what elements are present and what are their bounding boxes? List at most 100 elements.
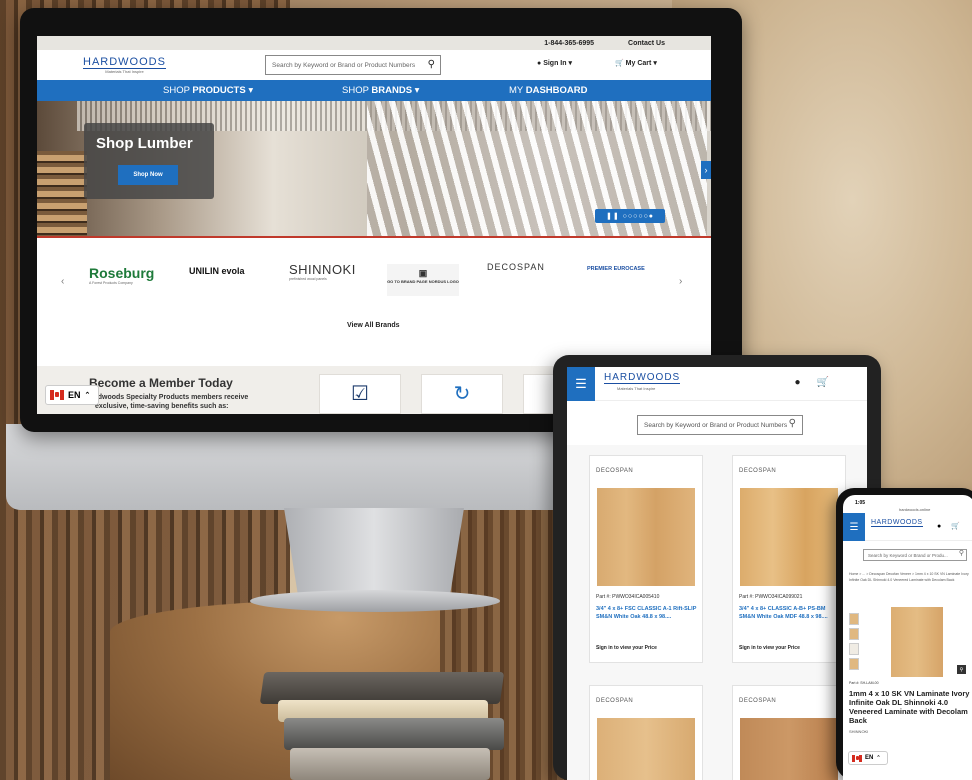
user-icon[interactable]: ●	[937, 523, 951, 530]
view-all-brands-link[interactable]: View All Brands	[347, 322, 400, 329]
tablet-header: ☰ HARDWOODS Materials That Inspire ●🛒	[567, 367, 867, 401]
product-image[interactable]	[740, 718, 838, 780]
chevron-down-icon: ▾	[568, 60, 572, 67]
product-image[interactable]	[740, 488, 838, 586]
nav-shop-brands[interactable]: SHOP BRANDS ▾	[342, 85, 419, 96]
thumbnail[interactable]	[849, 658, 859, 670]
product-name-link[interactable]: 3/4" 4 x 8+ FSC CLASSIC A-1 Rift-SLIP SM…	[596, 605, 700, 621]
product-brand: DECOSPAN	[596, 698, 634, 704]
product-card[interactable]: DECOSPAN Part #: PWWO34ICA005410 3/4" 4 …	[589, 455, 703, 663]
image-icon: ▣	[418, 268, 428, 278]
nav-my-dashboard[interactable]: MY DASHBOARD	[509, 85, 587, 96]
hero-banner: Shop Lumber Shop Now ❚❚ ○○○○○● ›	[37, 101, 711, 236]
chevron-down-icon: ▾	[248, 85, 254, 96]
product-part-number: Part #: PWWO34ICA099021	[739, 594, 803, 600]
brand-shinnoki[interactable]: SHINNOKI prefinished wood panels	[289, 262, 356, 281]
carousel-pager[interactable]: ❚❚ ○○○○○●	[595, 209, 665, 223]
logo-tagline: Materials That Inspire	[617, 386, 656, 391]
canada-flag-icon	[50, 390, 64, 400]
menu-icon[interactable]: ☰	[567, 367, 595, 401]
search-placeholder: Search by Keyword or Brand or Product Nu…	[644, 421, 788, 429]
url-bar[interactable]: hardwoods.online	[899, 507, 930, 512]
brand-name: PREMIER EUROCASE	[587, 266, 645, 272]
product-image[interactable]	[597, 718, 695, 780]
nav-label: BRANDS	[371, 85, 413, 96]
product-grid: DECOSPAN Part #: PWWO34ICA005410 3/4" 4 …	[567, 445, 867, 780]
thumbnail-list	[849, 613, 861, 673]
logo[interactable]: HARDWOODS	[871, 519, 923, 527]
refresh-box-icon: ↻	[453, 383, 471, 405]
nav-shop-products[interactable]: SHOP PRODUCTS ▾	[163, 85, 253, 96]
shop-now-button[interactable]: Shop Now	[118, 165, 178, 185]
search-icon[interactable]: ⚲	[428, 59, 435, 70]
chevron-down-icon: ▾	[653, 60, 657, 67]
language-selector[interactable]: EN ⌃	[848, 751, 888, 765]
price-signin-link[interactable]: Sign in to view your Price	[739, 645, 800, 651]
search-icon[interactable]: ⚲	[959, 549, 964, 557]
brand-roseburg[interactable]: Roseburg A Forest Products Company	[89, 265, 154, 285]
member-title: Become a Member Today	[89, 376, 233, 390]
thumbnail[interactable]	[849, 643, 859, 655]
pause-icon[interactable]: ❚❚	[606, 212, 620, 220]
sign-in-button[interactable]: ● Sign In ▾	[537, 59, 572, 67]
cart-icon[interactable]: 🛒	[817, 377, 845, 388]
product-name-link[interactable]: 3/4" 4 x 8+ CLASSIC A-B+ PS-BM SM&N Whit…	[739, 605, 843, 621]
benefit-tile[interactable]: ☑	[319, 374, 401, 414]
brand-name: SHINNOKI	[289, 262, 356, 277]
menu-icon[interactable]: ☰	[843, 513, 865, 541]
product-brand[interactable]: SHINNOKI	[849, 729, 868, 734]
product-image[interactable]	[597, 488, 695, 586]
status-time: 1:05	[855, 500, 866, 506]
breadcrumb[interactable]: Home > ... > Decospan Decofan Veneer > 1…	[849, 571, 972, 583]
carousel-dots[interactable]: ○○○○○●	[623, 213, 654, 220]
brand-unilin-evola[interactable]: UNILIN evola	[189, 266, 245, 276]
brand-subtitle: A Forest Products Company	[89, 281, 133, 285]
nav-prefix: SHOP	[163, 85, 193, 96]
product-image[interactable]	[891, 607, 943, 677]
benefit-tile[interactable]: ↻	[421, 374, 503, 414]
tablet-screen: ☰ HARDWOODS Materials That Inspire ●🛒 Se…	[567, 367, 867, 780]
stone-sample	[284, 718, 504, 750]
stone-sample	[290, 748, 490, 780]
brand-name: UNILIN evola	[189, 266, 245, 276]
product-card[interactable]: DECOSPAN Part #: PWWO34ICA099021 3/4" 4 …	[732, 455, 846, 663]
search-icon[interactable]: ⚲	[789, 418, 796, 429]
brand-name: DECOSPAN	[487, 262, 545, 272]
language-selector[interactable]: EN ⌃	[45, 385, 99, 405]
price-signin-link[interactable]: Sign in to view your Price	[596, 645, 657, 651]
main-nav: SHOP PRODUCTS ▾ SHOP BRANDS ▾ MY DASHBOA…	[37, 80, 711, 101]
thumbnail[interactable]	[849, 628, 859, 640]
product-card[interactable]: DECOSPAN	[732, 685, 846, 780]
logo[interactable]: HARDWOODS	[604, 372, 681, 384]
brand-nordus-placeholder[interactable]: ▣ GO TO BRAND PAGE NORDUS LOGO	[387, 264, 459, 296]
search-input[interactable]: Search by Keyword or Brand or Product Nu…	[637, 415, 803, 435]
logo-tagline: Materials That Inspire	[105, 69, 144, 74]
brand-decospan[interactable]: DECOSPAN	[487, 262, 545, 272]
search-input[interactable]: Search by Keyword or Brand or Produ... ⚲	[863, 549, 967, 561]
thumbnail[interactable]	[849, 613, 859, 625]
contact-link[interactable]: Contact Us	[628, 40, 665, 47]
hero-bookshelf	[37, 151, 87, 236]
phone-device: 1:05 hardwoods.online ☰ HARDWOODS ●🛒 Sea…	[836, 488, 972, 780]
logo[interactable]: HARDWOODS Materials That Inspire	[83, 56, 166, 74]
nav-label: DASHBOARD	[525, 85, 588, 96]
sign-in-label: Sign In	[543, 60, 567, 67]
chevron-up-icon: ⌃	[84, 392, 91, 399]
zoom-icon[interactable]: ⚲	[957, 665, 966, 674]
brand-premier-eurocase[interactable]: PREMIER EUROCASE	[587, 266, 645, 272]
product-card[interactable]: DECOSPAN	[589, 685, 703, 780]
logo-wordmark: HARDWOODS	[83, 56, 166, 69]
site-header: HARDWOODS Materials That Inspire Search …	[37, 50, 711, 80]
user-icon[interactable]: ●	[795, 377, 817, 388]
chevron-left-icon[interactable]: ‹	[61, 276, 64, 287]
cart-icon[interactable]: 🛒	[951, 523, 970, 530]
phone-number[interactable]: 1-844-365-6995	[544, 40, 594, 47]
hero-card: Shop Lumber Shop Now	[84, 123, 214, 199]
language-label: EN	[68, 390, 81, 400]
header-icons: ●🛒	[937, 522, 970, 530]
chevron-right-icon[interactable]: ›	[679, 276, 682, 287]
cart-button[interactable]: 🛒 My Cart ▾	[615, 59, 657, 67]
phone-header: ☰ HARDWOODS ●🛒	[843, 513, 972, 541]
search-input[interactable]: Search by Keyword or Brand or Product Nu…	[265, 55, 441, 75]
chevron-right-icon[interactable]: ›	[701, 161, 711, 179]
